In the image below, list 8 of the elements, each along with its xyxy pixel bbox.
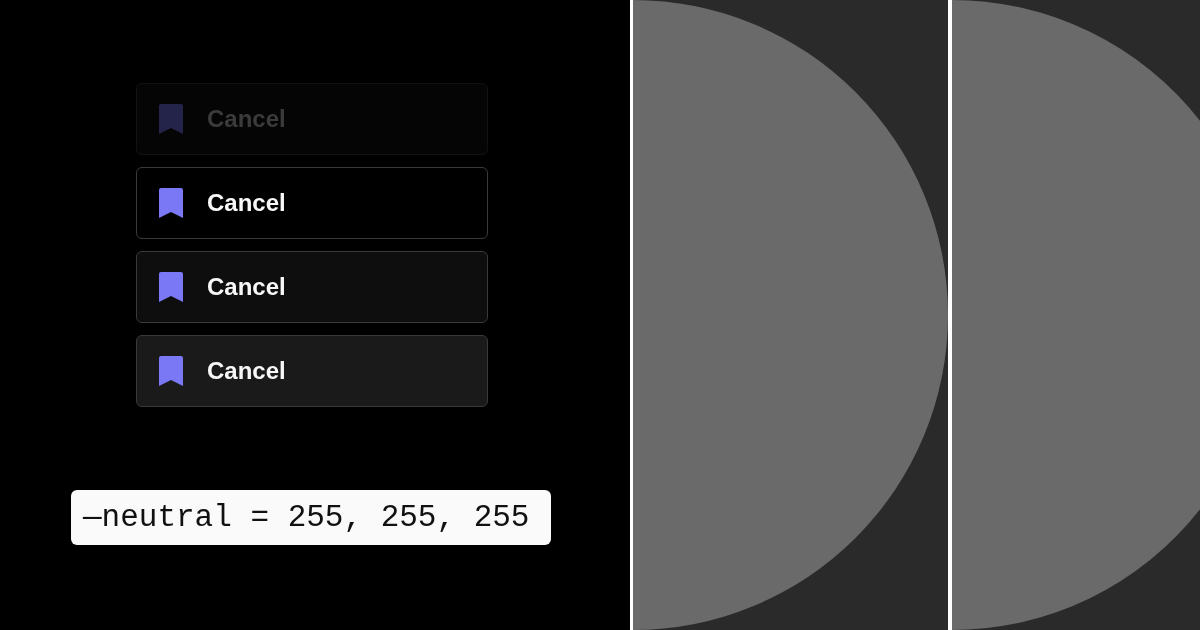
bookmark-icon <box>159 188 183 218</box>
bookmark-icon <box>159 356 183 386</box>
token-label: —neutral = 255, 255, 255 <box>71 490 551 545</box>
cancel-button[interactable]: Cancel <box>136 251 488 323</box>
cancel-button[interactable]: Cancel <box>136 167 488 239</box>
bookmark-icon <box>159 272 183 302</box>
cancel-button[interactable]: Cancel <box>136 335 488 407</box>
bookmark-icon <box>159 104 183 134</box>
